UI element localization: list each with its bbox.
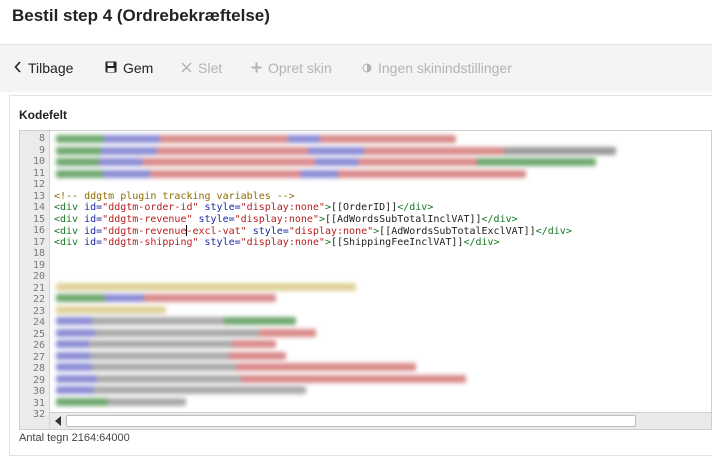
obscured-code xyxy=(56,158,596,166)
no-skin-settings-button[interactable]: Ingen skinindstillinger xyxy=(362,60,512,76)
no-skin-settings-label: Ingen skinindstillinger xyxy=(378,60,512,76)
line-number: 10 xyxy=(32,156,45,167)
code-token: style= xyxy=(198,202,241,213)
code-token: [[AdWordsSubTotalExclVAT]] xyxy=(379,226,536,237)
scrollbar-thumb[interactable] xyxy=(66,415,636,427)
obscured-code xyxy=(56,363,416,371)
code-token: <div xyxy=(54,213,85,225)
page-title: Bestil step 4 (Ordrebekræftelse) xyxy=(12,6,270,25)
line-number: 17 xyxy=(32,236,45,248)
code-line: <div id="ddgtm-shipping" style="display:… xyxy=(54,237,500,249)
triangle-left-icon xyxy=(55,416,61,426)
line-number: 14 xyxy=(32,202,45,213)
code-token: </div> xyxy=(535,226,572,237)
obscured-code xyxy=(56,328,316,337)
code-field-label: Kodefelt xyxy=(19,108,67,122)
code-token: <div xyxy=(54,202,85,213)
obscured-code xyxy=(56,386,306,394)
obscured-code xyxy=(56,146,616,155)
line-number: 8 xyxy=(38,133,45,144)
obscured-code xyxy=(56,282,356,291)
line-number: 18 xyxy=(32,248,45,259)
line-number: 9 xyxy=(38,144,45,156)
line-number: 11 xyxy=(32,167,45,179)
line-number: 30 xyxy=(32,386,45,397)
back-button[interactable]: Tilbage xyxy=(14,60,73,76)
line-number: 16 xyxy=(32,225,45,236)
code-token: "display:none" xyxy=(288,226,374,237)
obscured-code xyxy=(56,351,286,360)
obscured-code xyxy=(56,317,296,325)
line-number: 25 xyxy=(32,328,45,340)
code-token: "ddgtm-order-id" xyxy=(102,202,199,213)
chevron-left-icon xyxy=(14,61,22,75)
code-editor[interactable]: 8 9 10 11 12 13 14 15 16 17 18 19 20 21 … xyxy=(19,130,712,430)
line-number: 22 xyxy=(32,294,45,305)
code-token: </div> xyxy=(481,213,518,225)
character-count: Antal tegn 2164:64000 xyxy=(19,432,130,444)
delete-label: Slet xyxy=(198,60,223,76)
code-token: <div xyxy=(54,226,85,237)
line-number: 32 xyxy=(32,409,45,420)
create-skin-label: Opret skin xyxy=(268,60,332,76)
back-label: Tilbage xyxy=(28,60,74,76)
code-token: </div> xyxy=(397,202,434,213)
code-token: [[OrderID]] xyxy=(330,202,398,213)
code-token: "ddgtm-revenue xyxy=(102,226,187,237)
delete-button[interactable]: Slet xyxy=(181,60,222,76)
line-number: 31 xyxy=(32,397,45,409)
code-token: id= xyxy=(84,226,103,237)
line-number: 23 xyxy=(32,305,45,317)
code-token: style= xyxy=(198,236,241,248)
code-token: "display:none" xyxy=(240,236,325,248)
line-number: 27 xyxy=(32,351,45,363)
line-number: 15 xyxy=(32,213,45,225)
code-token: "display:none" xyxy=(240,202,325,213)
line-number: 29 xyxy=(32,374,45,386)
code-token: <div xyxy=(54,236,85,248)
code-token: "display:none" xyxy=(234,213,319,225)
save-button[interactable]: Gem xyxy=(105,60,153,76)
code-token: style= xyxy=(246,226,289,237)
floppy-disk-icon xyxy=(105,61,117,75)
code-token: [[AdWordsSubTotalInclVAT]] xyxy=(324,213,482,225)
code-comment-line: <!-- ddgtm plugin tracking variables --> xyxy=(54,190,295,202)
obscured-code xyxy=(56,169,526,178)
line-number: 12 xyxy=(32,179,45,190)
close-icon xyxy=(181,61,192,75)
code-token: style= xyxy=(192,213,235,225)
save-label: Gem xyxy=(123,60,154,76)
code-token: -excl-vat" xyxy=(186,226,247,237)
create-skin-button[interactable]: Opret skin xyxy=(251,60,332,76)
horizontal-scrollbar[interactable] xyxy=(50,412,711,429)
line-number: 21 xyxy=(32,282,45,294)
line-number: 28 xyxy=(32,363,45,374)
code-token: </div> xyxy=(463,236,500,248)
plus-icon xyxy=(251,62,262,75)
code-token: id= xyxy=(84,236,103,248)
code-token: id= xyxy=(84,213,103,225)
code-token: "ddgtm-shipping" xyxy=(102,236,199,248)
line-number: 13 xyxy=(32,190,45,202)
toolbar: Tilbage Gem Slet Opret skin Ingen skinin… xyxy=(0,45,712,92)
code-line: <div id="ddgtm-revenue" style="display:n… xyxy=(54,214,518,226)
line-number: 20 xyxy=(32,271,45,282)
obscured-code xyxy=(56,374,466,383)
code-token: [[ShippingFeeInclVAT]] xyxy=(330,236,464,248)
obscured-code xyxy=(56,294,276,302)
obscured-code xyxy=(56,397,186,406)
code-line: <div id="ddgtm-order-id" style="display:… xyxy=(54,202,433,214)
line-number: 26 xyxy=(32,340,45,351)
line-number: 19 xyxy=(32,259,45,271)
half-circle-icon xyxy=(362,62,372,75)
line-number: 24 xyxy=(32,317,45,328)
code-token: "ddgtm-revenue" xyxy=(102,213,193,225)
line-number-gutter: 8 9 10 11 12 13 14 15 16 17 18 19 20 21 … xyxy=(20,131,50,429)
obscured-code xyxy=(56,135,456,143)
obscured-code xyxy=(56,305,166,314)
obscured-code xyxy=(56,340,276,348)
scroll-left-button[interactable] xyxy=(52,415,64,427)
code-token: id= xyxy=(84,202,103,213)
